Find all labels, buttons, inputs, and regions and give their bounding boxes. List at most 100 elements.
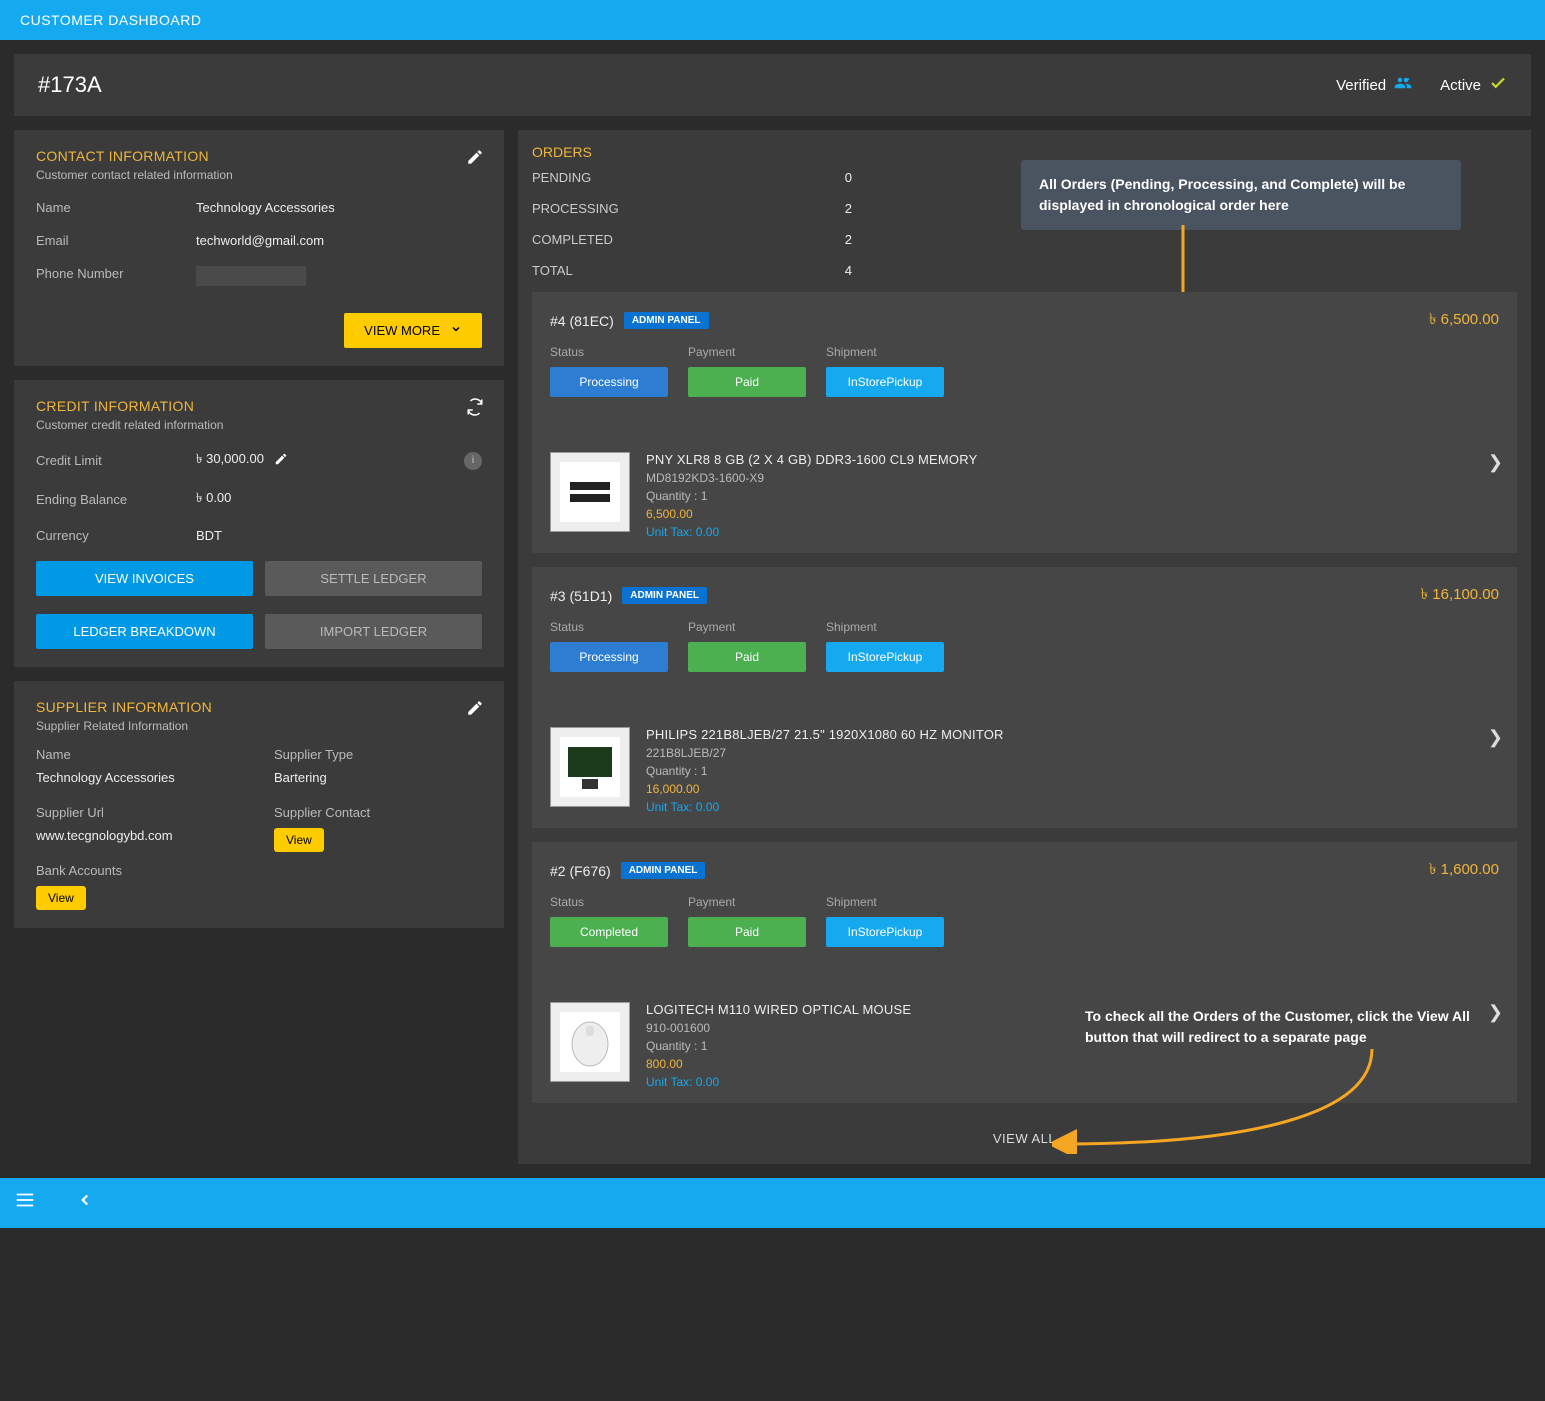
order-card: #3 (51D1) ADMIN PANEL ৳ 16,100.00 Status… bbox=[532, 567, 1517, 828]
order-expand-chevron[interactable]: ❯ bbox=[1488, 727, 1503, 748]
payment-label: Payment bbox=[688, 895, 806, 909]
product-name: PHILIPS 221B8LJEB/27 21.5" 1920X1080 60 … bbox=[646, 727, 1004, 742]
order-card: #4 (81EC) ADMIN PANEL ৳ 6,500.00 StatusP… bbox=[532, 292, 1517, 553]
ledger-breakdown-button[interactable]: LEDGER BREAKDOWN bbox=[36, 614, 253, 649]
supplier-type-label: Supplier Type bbox=[274, 747, 482, 762]
bottom-bar bbox=[0, 1178, 1545, 1228]
product-tax: Unit Tax: 0.00 bbox=[646, 800, 1004, 814]
order-price: ৳ 16,100.00 bbox=[1421, 583, 1499, 608]
left-column: CONTACT INFORMATION Customer contact rel… bbox=[14, 130, 504, 928]
name-value: Technology Accessories bbox=[196, 200, 335, 215]
admin-panel-badge: ADMIN PANEL bbox=[624, 312, 709, 329]
os-val-processing: 2 bbox=[792, 201, 852, 216]
bank-accounts-view-button[interactable]: View bbox=[36, 886, 86, 910]
product-price: 6,500.00 bbox=[646, 507, 977, 521]
credit-limit-label: Credit Limit bbox=[36, 453, 196, 468]
orders-title: ORDERS bbox=[532, 144, 1517, 160]
edit-supplier-icon[interactable] bbox=[466, 699, 484, 720]
order-id: #2 (F676) bbox=[550, 863, 611, 879]
supplier-title: SUPPLIER INFORMATION bbox=[36, 699, 482, 715]
verified-icon bbox=[1394, 74, 1412, 96]
topbar: CUSTOMER DASHBOARD bbox=[0, 0, 1545, 40]
credit-limit-value: ৳ 30,000.00 bbox=[196, 450, 264, 471]
credit-title: CREDIT INFORMATION bbox=[36, 398, 482, 414]
supplier-type-value: Bartering bbox=[274, 770, 482, 785]
payment-label: Payment bbox=[688, 620, 806, 634]
shipment-label: Shipment bbox=[826, 345, 944, 359]
currency-label: Currency bbox=[36, 528, 196, 543]
credit-info-card: CREDIT INFORMATION Customer credit relat… bbox=[14, 380, 504, 667]
active-status: Active bbox=[1440, 74, 1507, 96]
product-sku: MD8192KD3-1600-X9 bbox=[646, 471, 977, 485]
credit-subtitle: Customer credit related information bbox=[36, 418, 482, 432]
product-qty: Quantity : 1 bbox=[646, 489, 977, 503]
order-id: #3 (51D1) bbox=[550, 588, 612, 604]
supplier-info-card: SUPPLIER INFORMATION Supplier Related In… bbox=[14, 681, 504, 928]
customer-header: #173A Verified Active bbox=[14, 54, 1531, 116]
verified-status: Verified bbox=[1336, 74, 1412, 96]
edit-contact-icon[interactable] bbox=[466, 148, 484, 169]
supplier-contact-view-button[interactable]: View bbox=[274, 828, 324, 852]
payment-pill: Paid bbox=[688, 917, 806, 947]
callout-view-all: To check all the Orders of the Customer,… bbox=[1067, 992, 1507, 1062]
import-ledger-button[interactable]: IMPORT LEDGER bbox=[265, 614, 482, 649]
view-all-button[interactable]: VIEW ALL bbox=[993, 1131, 1056, 1146]
product-sku: 221B8LJEB/27 bbox=[646, 746, 1004, 760]
supplier-contact-label: Supplier Contact bbox=[274, 805, 482, 820]
status-label: Status bbox=[550, 895, 668, 909]
product-qty: Quantity : 1 bbox=[646, 764, 1004, 778]
credit-info-icon[interactable]: i bbox=[464, 452, 482, 470]
product-image bbox=[550, 1002, 630, 1082]
supplier-url-value: www.tecgnologybd.com bbox=[36, 828, 244, 843]
contact-info-card: CONTACT INFORMATION Customer contact rel… bbox=[14, 130, 504, 366]
shipment-label: Shipment bbox=[826, 895, 944, 909]
order-list: #4 (81EC) ADMIN PANEL ৳ 6,500.00 StatusP… bbox=[532, 292, 1517, 1103]
content-area: CONTACT INFORMATION Customer contact rel… bbox=[0, 130, 1545, 1178]
refresh-credit-icon[interactable] bbox=[466, 398, 484, 419]
settle-ledger-button[interactable]: SETTLE LEDGER bbox=[265, 561, 482, 596]
view-more-label: VIEW MORE bbox=[364, 323, 440, 338]
status-pill: Processing bbox=[550, 367, 668, 397]
os-label-processing: PROCESSING bbox=[532, 201, 792, 216]
status-pill: Processing bbox=[550, 642, 668, 672]
product-image bbox=[550, 452, 630, 532]
os-val-completed: 2 bbox=[792, 232, 852, 247]
menu-icon[interactable] bbox=[14, 1189, 36, 1217]
supplier-subtitle: Supplier Related Information bbox=[36, 719, 482, 733]
orders-panel: ORDERS PENDING0 PROCESSING2 COMPLETED2 T… bbox=[518, 130, 1531, 1164]
product-tax: Unit Tax: 0.00 bbox=[646, 525, 977, 539]
admin-panel-badge: ADMIN PANEL bbox=[621, 862, 706, 879]
product-qty: Quantity : 1 bbox=[646, 1039, 911, 1053]
shipment-pill: InStorePickup bbox=[826, 367, 944, 397]
status-label: Status bbox=[550, 345, 668, 359]
shipment-pill: InStorePickup bbox=[826, 642, 944, 672]
os-val-pending: 0 bbox=[792, 170, 852, 185]
supplier-name-value: Technology Accessories bbox=[36, 770, 244, 785]
topbar-title: CUSTOMER DASHBOARD bbox=[20, 12, 201, 28]
phone-label: Phone Number bbox=[36, 266, 196, 289]
supplier-name-label: Name bbox=[36, 747, 244, 762]
shipment-pill: InStorePickup bbox=[826, 917, 944, 947]
view-more-button[interactable]: VIEW MORE bbox=[344, 313, 482, 348]
os-label-total: TOTAL bbox=[532, 263, 792, 278]
product-price: 16,000.00 bbox=[646, 782, 1004, 796]
ending-balance-value: ৳ 0.00 bbox=[196, 489, 231, 510]
contact-subtitle: Customer contact related information bbox=[36, 168, 482, 182]
verified-label: Verified bbox=[1336, 77, 1386, 94]
order-price: ৳ 6,500.00 bbox=[1429, 308, 1499, 333]
status-pill: Completed bbox=[550, 917, 668, 947]
edit-credit-limit-icon[interactable] bbox=[274, 452, 288, 469]
shipment-label: Shipment bbox=[826, 620, 944, 634]
header-status-group: Verified Active bbox=[1336, 74, 1507, 96]
payment-pill: Paid bbox=[688, 642, 806, 672]
phone-value-empty bbox=[196, 266, 306, 286]
active-label: Active bbox=[1440, 77, 1481, 94]
back-icon[interactable] bbox=[76, 1191, 94, 1215]
status-label: Status bbox=[550, 620, 668, 634]
supplier-url-label: Supplier Url bbox=[36, 805, 244, 820]
view-invoices-button[interactable]: VIEW INVOICES bbox=[36, 561, 253, 596]
order-card: #2 (F676) ADMIN PANEL ৳ 1,600.00 StatusC… bbox=[532, 842, 1517, 1103]
payment-label: Payment bbox=[688, 345, 806, 359]
order-expand-chevron[interactable]: ❯ bbox=[1488, 452, 1503, 473]
callout-orders-list: All Orders (Pending, Processing, and Com… bbox=[1021, 160, 1461, 230]
